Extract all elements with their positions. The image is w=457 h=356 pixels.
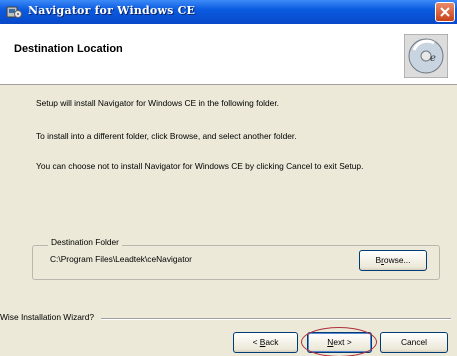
back-label-b: ack [265, 337, 279, 347]
close-icon [440, 7, 450, 17]
intro-text-line-3: You can choose not to install Navigator … [36, 161, 364, 171]
cd-disc-icon: e [404, 34, 448, 78]
wizard-label: Wise Installation Wizard? [0, 312, 98, 322]
header-panel: Destination Location e [0, 24, 457, 85]
installer-window: Navigator for Windows CE Destination Loc… [0, 0, 457, 356]
back-button[interactable]: < Back [233, 332, 298, 353]
page-title: Destination Location [14, 43, 123, 55]
destination-folder-path: C:\Program Files\Leadtek\ceNavigator [50, 254, 192, 264]
close-button[interactable] [435, 2, 455, 22]
window-title: Navigator for Windows CE [28, 4, 196, 17]
intro-text-line-2: To install into a different folder, clic… [36, 131, 297, 141]
footer-divider [101, 318, 451, 320]
svg-text:e: e [430, 53, 436, 64]
browse-label-b: owse... [383, 255, 411, 265]
next-button-highlight-circle [301, 327, 377, 356]
cancel-button[interactable]: Cancel [380, 332, 448, 353]
intro-text-line-1: Setup will install Navigator for Windows… [36, 98, 279, 108]
browse-button[interactable]: Browse... [359, 250, 427, 271]
installer-icon [6, 6, 22, 18]
title-bar[interactable]: Navigator for Windows CE [0, 0, 457, 24]
back-label-a: < [252, 337, 260, 347]
destination-folder-label: Destination Folder [48, 237, 122, 247]
